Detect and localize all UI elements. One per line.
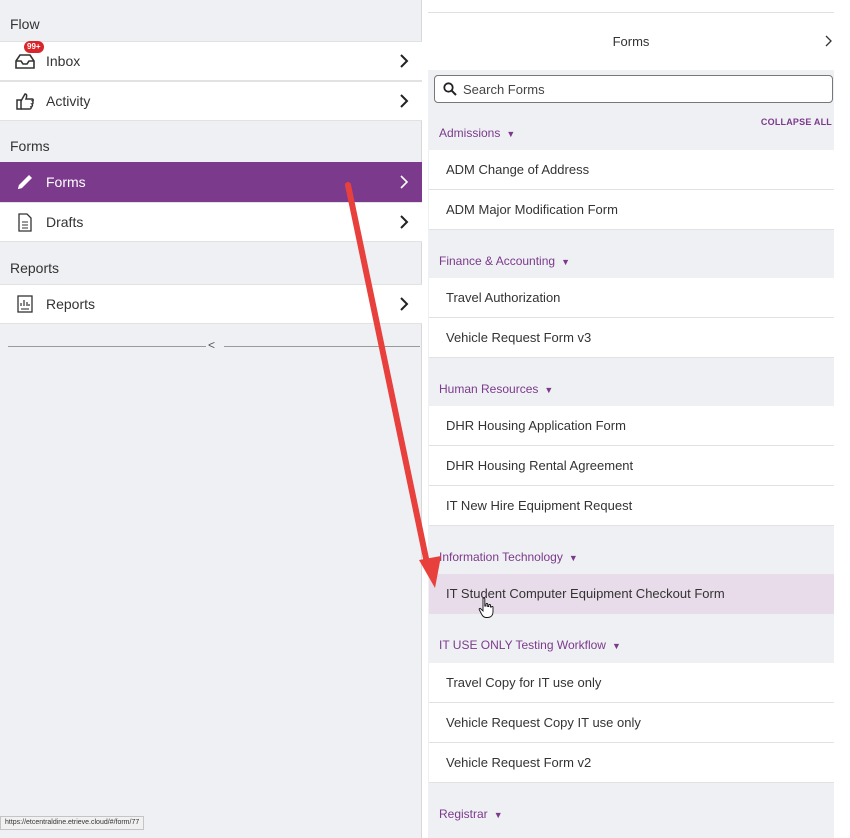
sidebar-item-drafts[interactable]: Drafts <box>0 202 422 242</box>
category-header-admissions[interactable]: Admissions ▼ <box>439 126 515 140</box>
document-icon <box>14 211 36 233</box>
divider <box>224 346 420 347</box>
form-list-item[interactable]: Travel Authorization <box>429 278 834 318</box>
category-label: Finance & Accounting <box>439 254 556 268</box>
inbox-icon: 99+ <box>14 41 44 72</box>
pencil-icon <box>14 171 36 193</box>
category-header-finance-accounting[interactable]: Finance & Accounting ▼ <box>439 254 570 268</box>
form-list-item[interactable]: DHR Housing Application Form <box>429 406 834 446</box>
caret-down-icon: ▼ <box>561 257 570 267</box>
category-label: IT USE ONLY Testing Workflow <box>439 638 606 652</box>
category-header-information-technology[interactable]: Information Technology ▼ <box>439 550 578 564</box>
chevron-left-icon[interactable]: < <box>208 338 215 352</box>
sidebar-item-forms[interactable]: Forms <box>0 162 422 202</box>
forms-panel: Forms COLLAPSE ALL Admissions ▼ ADM Chang… <box>428 12 834 838</box>
form-list-item[interactable]: IT New Hire Equipment Request <box>429 486 834 526</box>
sidebar-item-label: Drafts <box>46 214 84 230</box>
sidebar-item-inbox[interactable]: 99+ Inbox <box>0 41 422 81</box>
chevron-right-icon <box>400 297 409 311</box>
form-list-item[interactable]: ADM Change of Address <box>429 150 834 190</box>
search-icon <box>443 82 457 96</box>
sidebar-item-label: Activity <box>46 93 91 109</box>
panel-title: Forms <box>612 34 650 49</box>
hand-cursor-icon <box>478 597 494 618</box>
category-label: Admissions <box>439 126 501 140</box>
divider <box>8 346 206 347</box>
chevron-right-icon <box>400 215 409 229</box>
caret-down-icon: ▼ <box>611 641 621 651</box>
search-box[interactable] <box>434 75 833 103</box>
sidebar-item-reports[interactable]: Reports <box>0 284 422 324</box>
caret-down-icon: ▼ <box>493 810 503 820</box>
report-icon <box>14 293 36 315</box>
category-header-registrar[interactable]: Registrar ▼ <box>439 807 503 821</box>
collapse-all-button[interactable]: COLLAPSE ALL <box>761 117 832 127</box>
form-list-item[interactable]: Vehicle Request Form v3 <box>429 318 834 358</box>
caret-down-icon: ▼ <box>544 385 554 395</box>
chevron-right-icon[interactable] <box>824 34 834 48</box>
sidebar-item-activity[interactable]: Activity <box>0 81 422 121</box>
caret-down-icon: ▼ <box>506 129 516 139</box>
chevron-right-icon <box>400 54 409 68</box>
caret-down-icon: ▼ <box>568 553 578 563</box>
forms-panel-header: Forms <box>428 13 834 70</box>
status-bar-url: https://etcentraldine.etrieve.cloud/#/fo… <box>0 816 145 830</box>
category-header-human-resources[interactable]: Human Resources ▼ <box>439 382 553 396</box>
collapse-sidebar-handle[interactable]: < <box>0 337 422 355</box>
category-label: Human Resources <box>439 382 539 396</box>
sidebar-item-label: Reports <box>46 296 96 312</box>
navigation-sidebar: Flow 99+ Inbox Activity Forms Forms Draf… <box>0 0 422 838</box>
search-input[interactable] <box>463 81 803 97</box>
form-list-item[interactable]: DHR Housing Rental Agreement <box>429 446 834 486</box>
chevron-right-icon <box>400 94 409 108</box>
inbox-count-badge: 99+ <box>24 41 44 53</box>
category-header-it-use-only-testing-workflow[interactable]: IT USE ONLY Testing Workflow ▼ <box>439 638 621 652</box>
form-list-item[interactable]: Vehicle Request Copy IT use only <box>429 703 834 743</box>
thumbs-up-icon <box>14 90 36 112</box>
chevron-right-icon <box>400 175 409 189</box>
sidebar-item-label: Forms <box>46 174 86 190</box>
form-list-item[interactable]: Travel Copy for IT use only <box>429 663 834 703</box>
form-list-item[interactable]: Vehicle Request Form v2 <box>429 743 834 783</box>
category-label: Information Technology <box>439 550 563 564</box>
form-list-item[interactable]: ADM Major Modification Form <box>429 190 834 230</box>
category-label: Registrar <box>439 807 488 821</box>
sidebar-item-label: Inbox <box>46 53 81 69</box>
